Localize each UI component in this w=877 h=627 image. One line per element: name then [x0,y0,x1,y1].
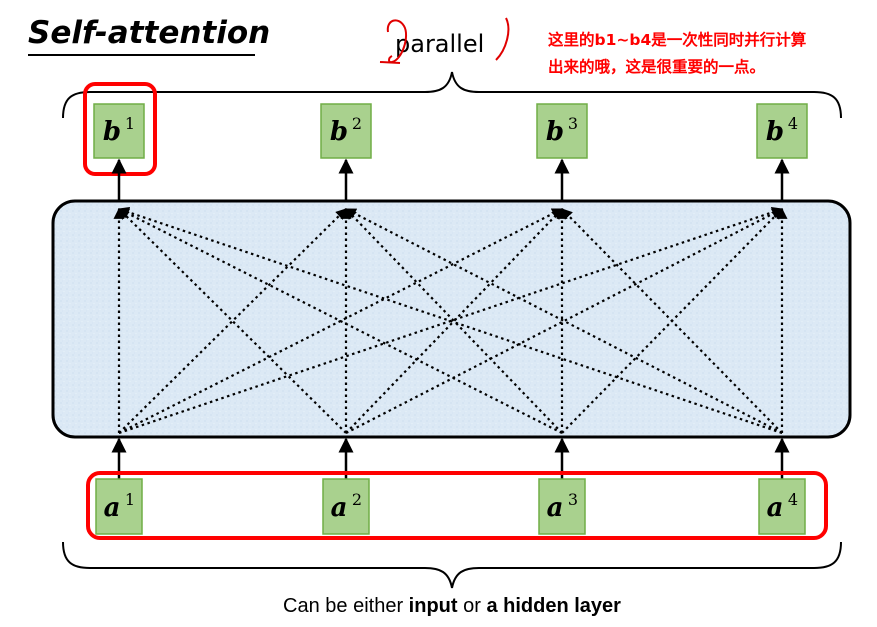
caption-bold-1: input [409,595,458,617]
input-sup: 4 [788,490,798,509]
red-underline-mark [379,61,401,64]
handwritten-parallel: parallel [395,30,484,58]
caption: Can be either input or a hidden layer [283,595,621,617]
output-b3: b3 [536,103,588,159]
input-sup: 3 [568,490,578,509]
self-attention-diagram: Self-attention parallel 这里的b1~b4是一次性同时并行… [28,15,852,617]
output-var: b [766,117,784,147]
caption-part-1: Can be either [283,595,409,617]
output-b2: b2 [320,103,372,159]
top-brace [62,71,842,119]
output-var: b [330,117,348,147]
red-scribble-right [495,17,510,61]
input-sup: 1 [125,490,135,509]
slide-title: Self-attention [28,15,270,51]
output-var: b [103,117,121,147]
input-a1: a1 [95,478,143,535]
input-boxes: a1a2a3a4 [95,478,806,535]
note-line-1: 这里的b1~b4是一次性同时并行计算 [548,30,806,49]
inputs-highlight [86,471,828,540]
output-sup: 3 [568,114,578,133]
input-var: a [767,493,784,523]
output-b1: b1 [93,103,145,159]
bottom-brace [62,541,842,589]
input-sup: 2 [352,490,362,509]
caption-bold-2: a hidden layer [486,595,621,617]
note-line-2: 出来的哦，这是很重要的一点。 [548,57,765,76]
slide: Self-attention parallel 这里的b1~b4是一次性同时并行… [0,0,877,627]
input-a3: a3 [538,478,586,535]
output-sup: 4 [788,114,798,133]
caption-part-2: or [458,595,487,617]
output-sup: 2 [352,114,362,133]
input-a2: a2 [322,478,370,535]
self-attention-block [51,199,852,439]
output-b4: b4 [756,103,808,159]
input-var: a [104,493,121,523]
input-var: a [547,493,564,523]
output-var: b [546,117,564,147]
input-a4: a4 [758,478,806,535]
output-boxes: b1b2b3b4 [93,103,808,159]
output-sup: 1 [125,114,135,133]
input-var: a [331,493,348,523]
